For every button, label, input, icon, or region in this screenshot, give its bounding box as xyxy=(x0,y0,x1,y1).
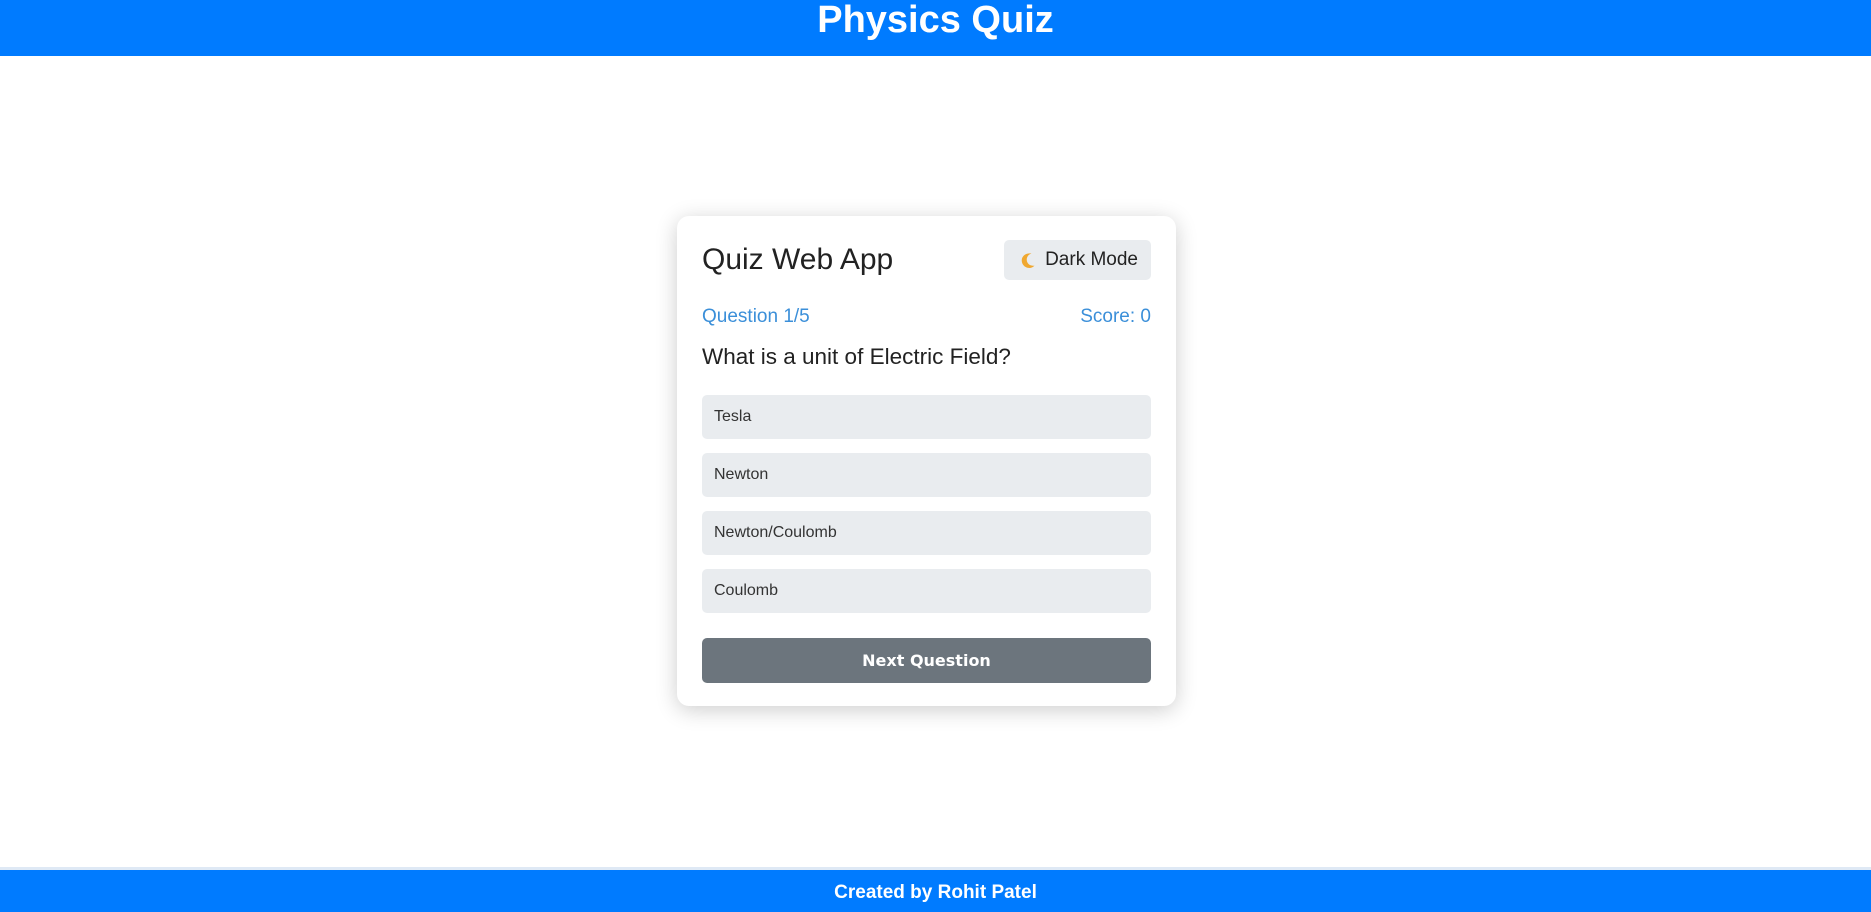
moon-icon xyxy=(1019,251,1037,269)
page: Physics Quiz Quiz Web App Dark Mode Ques… xyxy=(0,0,1871,912)
dark-mode-button[interactable]: Dark Mode xyxy=(1004,240,1151,280)
question-counter: Question 1/5 xyxy=(702,306,810,327)
page-footer: Created by Rohit Patel xyxy=(0,867,1871,912)
card-header: Quiz Web App Dark Mode xyxy=(702,240,1151,280)
quiz-meta: Question 1/5 Score: 0 xyxy=(702,306,1151,328)
footer-credit: Created by Rohit Patel xyxy=(834,882,1037,903)
page-header: Physics Quiz xyxy=(0,0,1871,56)
answer-options: Tesla Newton Newton/Coulomb Coulomb xyxy=(702,395,1151,613)
app-title: Quiz Web App xyxy=(702,243,894,276)
answer-option[interactable]: Newton xyxy=(702,453,1151,497)
answer-option[interactable]: Coulomb xyxy=(702,569,1151,613)
quiz-card: Quiz Web App Dark Mode Question 1/5 Scor… xyxy=(677,216,1176,706)
answer-option[interactable]: Tesla xyxy=(702,395,1151,439)
page-title: Physics Quiz xyxy=(817,0,1054,41)
question-text: What is a unit of Electric Field? xyxy=(702,344,1011,369)
dark-mode-label: Dark Mode xyxy=(1045,249,1138,270)
next-question-button[interactable]: Next Question xyxy=(702,638,1151,683)
score-display: Score: 0 xyxy=(1080,306,1151,327)
answer-option[interactable]: Newton/Coulomb xyxy=(702,511,1151,555)
